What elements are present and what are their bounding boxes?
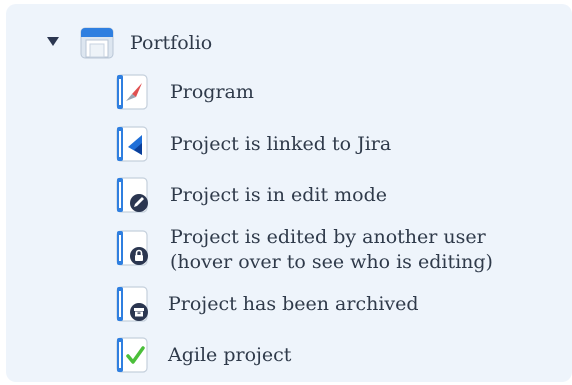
expand-caret-icon[interactable] <box>47 37 59 46</box>
tree-item-label[interactable]: Project has been archived <box>168 291 419 317</box>
program-compass-icon <box>114 73 152 111</box>
tree-item-label-line: Project is edited by another user <box>170 226 486 248</box>
portfolio-folder-icon <box>80 26 114 60</box>
tree-item-label[interactable]: Project is linked to Jira <box>170 131 391 157</box>
locked-project-icon <box>114 229 152 267</box>
edit-mode-project-icon <box>114 176 152 214</box>
tree-item-label[interactable]: Project is edited by another user (hover… <box>170 225 493 275</box>
agile-project-icon <box>114 336 152 374</box>
archived-project-icon <box>114 285 152 323</box>
tree-item-label[interactable]: Agile project <box>168 342 291 368</box>
tree-item-label[interactable]: Project is in edit mode <box>170 182 387 208</box>
tree-item-label[interactable]: Program <box>170 79 254 105</box>
portfolio-label[interactable]: Portfolio <box>130 30 212 56</box>
jira-project-icon <box>114 125 152 163</box>
tree-item-label-line: (hover over to see who is editing) <box>170 251 493 273</box>
